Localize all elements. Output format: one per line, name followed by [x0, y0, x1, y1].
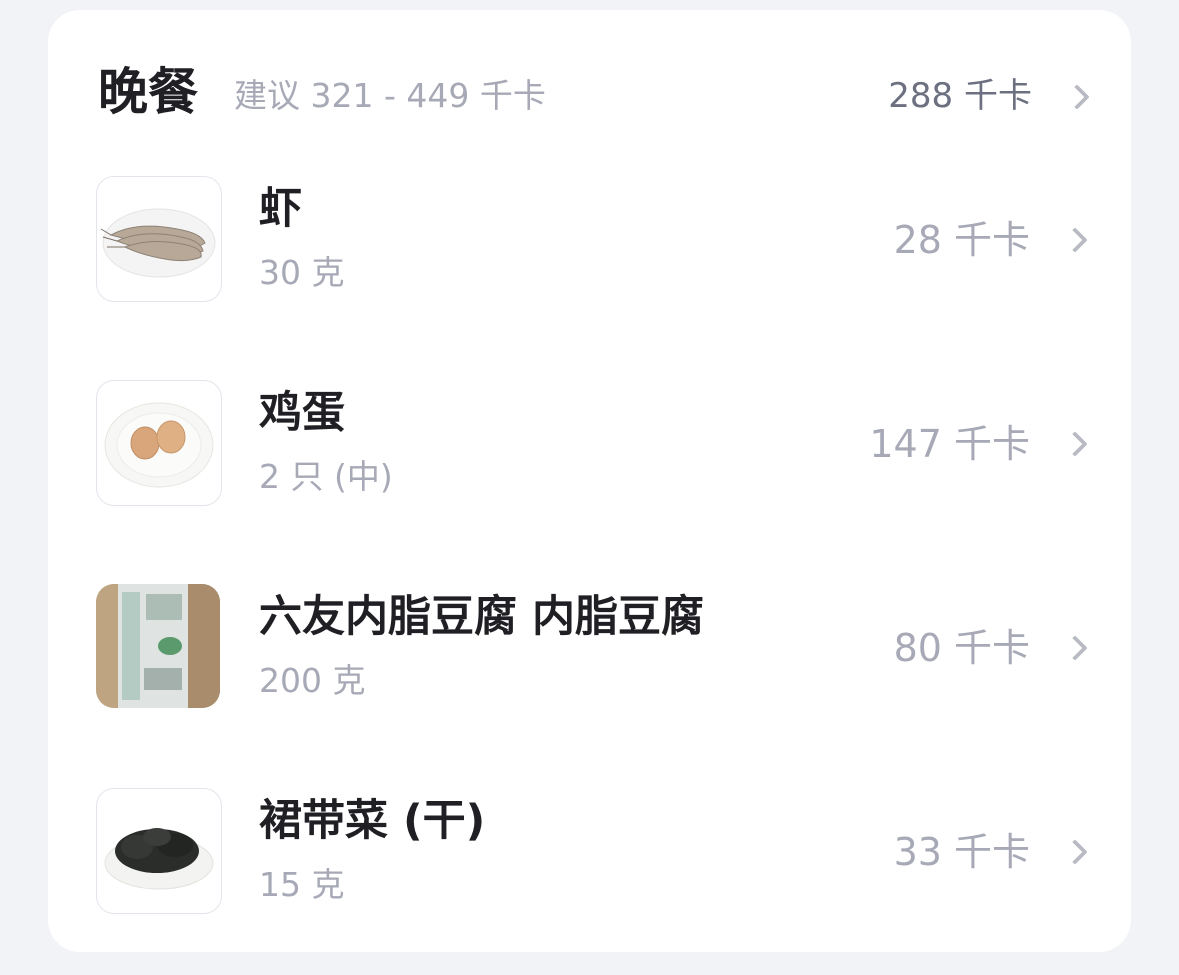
- chevron-right-icon[interactable]: [1062, 431, 1088, 457]
- food-amount: 30 克: [259, 253, 345, 292]
- eggs-thumbnail: [96, 380, 222, 506]
- food-name: 虾: [259, 184, 302, 234]
- food-amount: 200 克: [259, 661, 366, 700]
- meal-card: 晚餐 建议 321 - 449 千卡 288 千卡 虾 30 克 28 千卡 鸡…: [48, 10, 1131, 952]
- chevron-right-icon[interactable]: [1062, 227, 1088, 253]
- meal-header[interactable]: 晚餐 建议 321 - 449 千卡 288 千卡: [98, 60, 1090, 124]
- chevron-right-icon[interactable]: [1062, 635, 1088, 661]
- food-name: 裙带菜 (干): [259, 796, 486, 846]
- food-amount: 15 克: [259, 865, 345, 904]
- food-item-seaweed[interactable]: 裙带菜 (干) 15 克 33 千卡: [96, 788, 1088, 914]
- food-name: 六友内脂豆腐 内脂豆腐: [259, 592, 704, 642]
- chevron-right-icon[interactable]: [1064, 84, 1090, 110]
- chevron-right-icon[interactable]: [1062, 839, 1088, 865]
- shrimp-thumbnail: [96, 176, 222, 302]
- tofu-thumbnail: [96, 584, 220, 708]
- food-item-tofu[interactable]: 六友内脂豆腐 内脂豆腐 200 克 80 千卡: [96, 584, 1088, 710]
- food-item-shrimp[interactable]: 虾 30 克 28 千卡: [96, 176, 1088, 302]
- meal-title: 晚餐: [98, 63, 198, 121]
- food-item-eggs[interactable]: 鸡蛋 2 只 (中) 147 千卡: [96, 380, 1088, 506]
- food-name: 鸡蛋: [259, 388, 345, 438]
- food-amount: 2 只 (中): [259, 457, 393, 496]
- meal-suggestion: 建议 321 - 449 千卡: [234, 76, 546, 115]
- food-calories: 28 千卡: [893, 218, 1030, 262]
- seaweed-thumbnail: [96, 788, 222, 914]
- food-calories: 33 千卡: [893, 830, 1030, 874]
- food-calories: 147 千卡: [869, 422, 1030, 466]
- food-calories: 80 千卡: [893, 626, 1030, 670]
- meal-total-calories: 288 千卡: [888, 76, 1032, 116]
